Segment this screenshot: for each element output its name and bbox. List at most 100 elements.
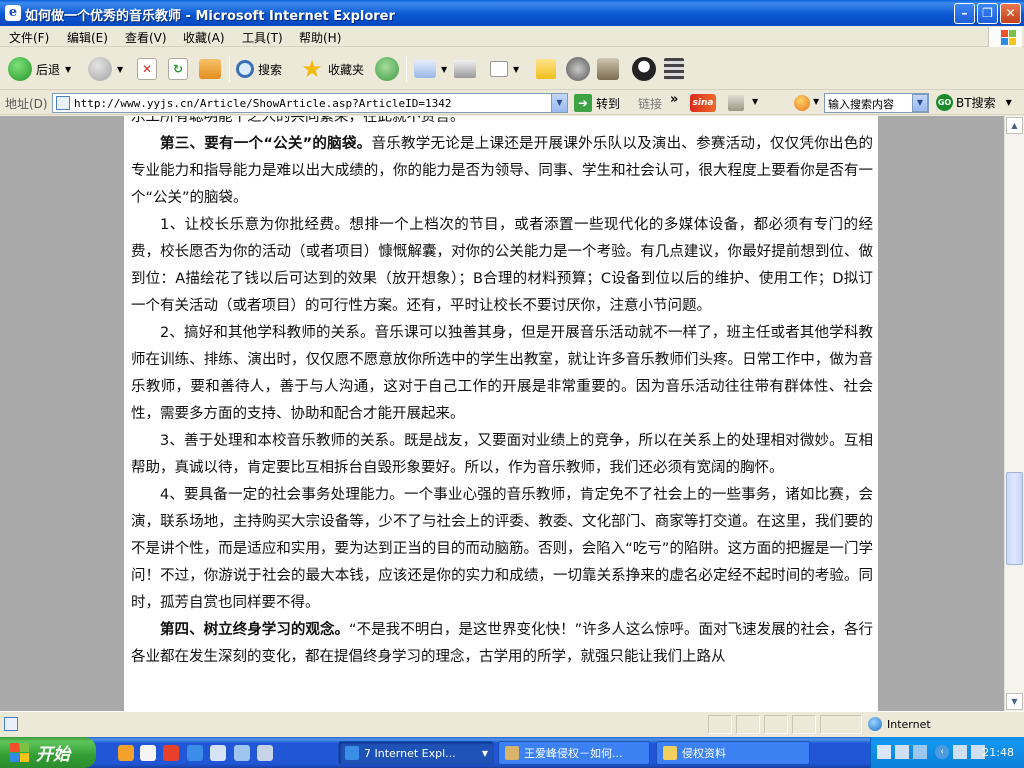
- scroll-thumb[interactable]: [1006, 472, 1023, 565]
- go-button[interactable]: ➜ 转到: [574, 94, 620, 112]
- start-label: 开始: [36, 745, 70, 765]
- quicklaunch-media-icon[interactable]: [163, 745, 179, 761]
- keyboard-icon[interactable]: [877, 745, 891, 759]
- forward-button[interactable]: ▼: [88, 55, 123, 83]
- chevron-down-icon[interactable]: ▼: [551, 94, 567, 112]
- toolbar: 后退 ▼ ▼ ✕ ↻ 搜索 ★ 收藏夹 ▼ ▼: [0, 48, 1024, 90]
- vertical-scrollbar[interactable]: ▲ ▼: [1004, 116, 1024, 711]
- brush-icon[interactable]: [728, 95, 744, 111]
- history-button[interactable]: [375, 55, 399, 83]
- back-button[interactable]: 后退 ▼: [8, 55, 71, 83]
- chevron-down-icon[interactable]: ▼: [441, 65, 447, 74]
- quicklaunch-app-icon[interactable]: [210, 745, 226, 761]
- menu-tools[interactable]: 工具(T): [242, 29, 283, 46]
- search-placeholder: 输入搜索内容: [828, 98, 894, 111]
- refresh-button[interactable]: ↻: [168, 55, 188, 83]
- page-done-icon: [4, 717, 18, 731]
- double-chevron-icon[interactable]: »: [670, 92, 678, 107]
- discuss-button[interactable]: [536, 55, 556, 83]
- menu-edit[interactable]: 编辑(E): [67, 29, 108, 46]
- search-button[interactable]: 搜索: [236, 55, 282, 83]
- start-button[interactable]: 开始: [0, 737, 96, 768]
- scroll-up-button[interactable]: ▲: [1006, 117, 1023, 134]
- messenger-button[interactable]: [566, 55, 590, 83]
- section-heading: 第四、树立终身学习的观念。: [160, 622, 350, 638]
- quicklaunch-app-icon[interactable]: [257, 745, 273, 761]
- mail-button[interactable]: ▼: [414, 55, 447, 83]
- taskbar-item-document[interactable]: 王爱峰侵权－如何...: [498, 741, 650, 765]
- chevron-down-icon[interactable]: ▼: [65, 65, 71, 74]
- section-heading: 第三、要有一个“公关”的脑袋。: [160, 136, 372, 152]
- tray-app-icon[interactable]: [895, 745, 909, 759]
- task-label: 王爱峰侵权－如何...: [524, 747, 623, 760]
- quicklaunch-app-icon[interactable]: [140, 745, 156, 761]
- tray-app-icon[interactable]: [913, 745, 927, 759]
- home-button[interactable]: [199, 55, 221, 83]
- edit-button[interactable]: ▼: [490, 55, 519, 83]
- article-paragraph: 第三、要有一个“公关”的脑袋。音乐教学无论是上课还是开展课外乐队以及演出、参赛活…: [131, 136, 874, 206]
- print-button[interactable]: [454, 55, 476, 83]
- scroll-down-button[interactable]: ▼: [1006, 693, 1023, 710]
- quicklaunch-app-icon[interactable]: [234, 745, 250, 761]
- media-button[interactable]: [597, 55, 619, 83]
- chevron-down-icon[interactable]: ▼: [912, 94, 928, 112]
- search-provider-icon[interactable]: [794, 95, 810, 111]
- mail-icon: [414, 60, 436, 78]
- task-label: 侵权资料: [682, 747, 726, 760]
- menu-file[interactable]: 文件(F): [9, 29, 49, 46]
- menu-view[interactable]: 查看(V): [125, 29, 167, 46]
- menu-help[interactable]: 帮助(H): [299, 29, 341, 46]
- qq-button[interactable]: [632, 55, 656, 83]
- chevron-down-icon[interactable]: ▼: [1006, 98, 1012, 107]
- favorites-label: 收藏夹: [328, 62, 365, 77]
- media-icon: [597, 58, 619, 80]
- window-title: 如何做一个优秀的音乐教师 - Microsoft Internet Explor…: [25, 9, 395, 24]
- sina-logo-icon[interactable]: sina: [690, 94, 716, 112]
- chevron-down-icon[interactable]: ▼: [813, 97, 819, 106]
- zone-label: Internet: [887, 717, 931, 731]
- menu-favorites[interactable]: 收藏(A): [183, 29, 225, 46]
- close-button[interactable]: ✕: [1000, 3, 1021, 24]
- address-url[interactable]: http://www.yyjs.cn/Article/ShowArticle.a…: [74, 97, 452, 110]
- document-icon: [505, 746, 519, 760]
- maximize-button[interactable]: ❐: [977, 3, 998, 24]
- star-icon: ★: [301, 55, 323, 83]
- go-label: 转到: [596, 96, 621, 111]
- windows-logo-icon: [988, 27, 1022, 47]
- folder-icon: [663, 746, 677, 760]
- clock[interactable]: 21:48: [982, 746, 1014, 759]
- quicklaunch-app-icon[interactable]: [118, 745, 134, 761]
- address-bar: 地址(D) http://www.yyjs.cn/Article/ShowArt…: [0, 91, 1024, 115]
- ie-page-icon: e: [5, 5, 21, 21]
- archive-button[interactable]: [664, 55, 684, 83]
- stop-button[interactable]: ✕: [137, 55, 157, 83]
- quicklaunch-ie-icon[interactable]: [187, 745, 203, 761]
- article-paragraph: 3、善于处理和本校音乐教师的关系。既是战友，又要面对业绩上的竞争，所以在关系上的…: [131, 433, 873, 476]
- links-label[interactable]: 链接: [638, 95, 662, 112]
- address-input[interactable]: http://www.yyjs.cn/Article/ShowArticle.a…: [52, 93, 568, 113]
- taskbar-item-folder[interactable]: 侵权资料: [656, 741, 810, 765]
- taskbar: 开始 7 Internet Expl... ▼ 王爱峰侵权－如何... 侵权资料…: [0, 737, 1024, 768]
- chevron-down-icon[interactable]: ▼: [117, 65, 123, 74]
- article-panel: 乐工所有聪明能干之人的共同繁荣，在此就不赘言。 第三、要有一个“公关”的脑袋。音…: [124, 116, 878, 711]
- article-paragraph: 1、让校长乐意为你批经费。想排一个上档次的节目，或者添置一些现代化的多媒体设备，…: [131, 217, 873, 314]
- taskbar-item-ie[interactable]: 7 Internet Expl... ▼: [338, 741, 494, 765]
- search-icon: [236, 60, 254, 78]
- title-bar[interactable]: e 如何做一个优秀的音乐教师 - Microsoft Internet Expl…: [0, 0, 1024, 26]
- note-icon: [536, 59, 556, 79]
- search-label: 搜索: [258, 62, 283, 77]
- forward-arrow-icon: [88, 57, 112, 81]
- history-icon: [375, 57, 399, 81]
- task-label: 7 Internet Expl...: [364, 746, 456, 760]
- menu-bar: 文件(F) 编辑(E) 查看(V) 收藏(A) 工具(T) 帮助(H): [0, 26, 1024, 47]
- bt-search-button[interactable]: GO BT搜索 ▼: [936, 94, 1012, 111]
- minimize-button[interactable]: –: [954, 3, 975, 24]
- back-label: 后退: [36, 62, 61, 77]
- page-viewport[interactable]: 乐工所有聪明能干之人的共同繁荣，在此就不赘言。 第三、要有一个“公关”的脑袋。音…: [0, 116, 1004, 711]
- windows-flag-icon: [10, 742, 30, 763]
- chevron-down-icon[interactable]: ▼: [752, 97, 758, 106]
- favorites-button[interactable]: ★ 收藏夹: [300, 55, 364, 83]
- network-icon[interactable]: [953, 745, 967, 759]
- chevron-left-icon[interactable]: ‹: [935, 745, 949, 759]
- chevron-down-icon[interactable]: ▼: [513, 65, 519, 74]
